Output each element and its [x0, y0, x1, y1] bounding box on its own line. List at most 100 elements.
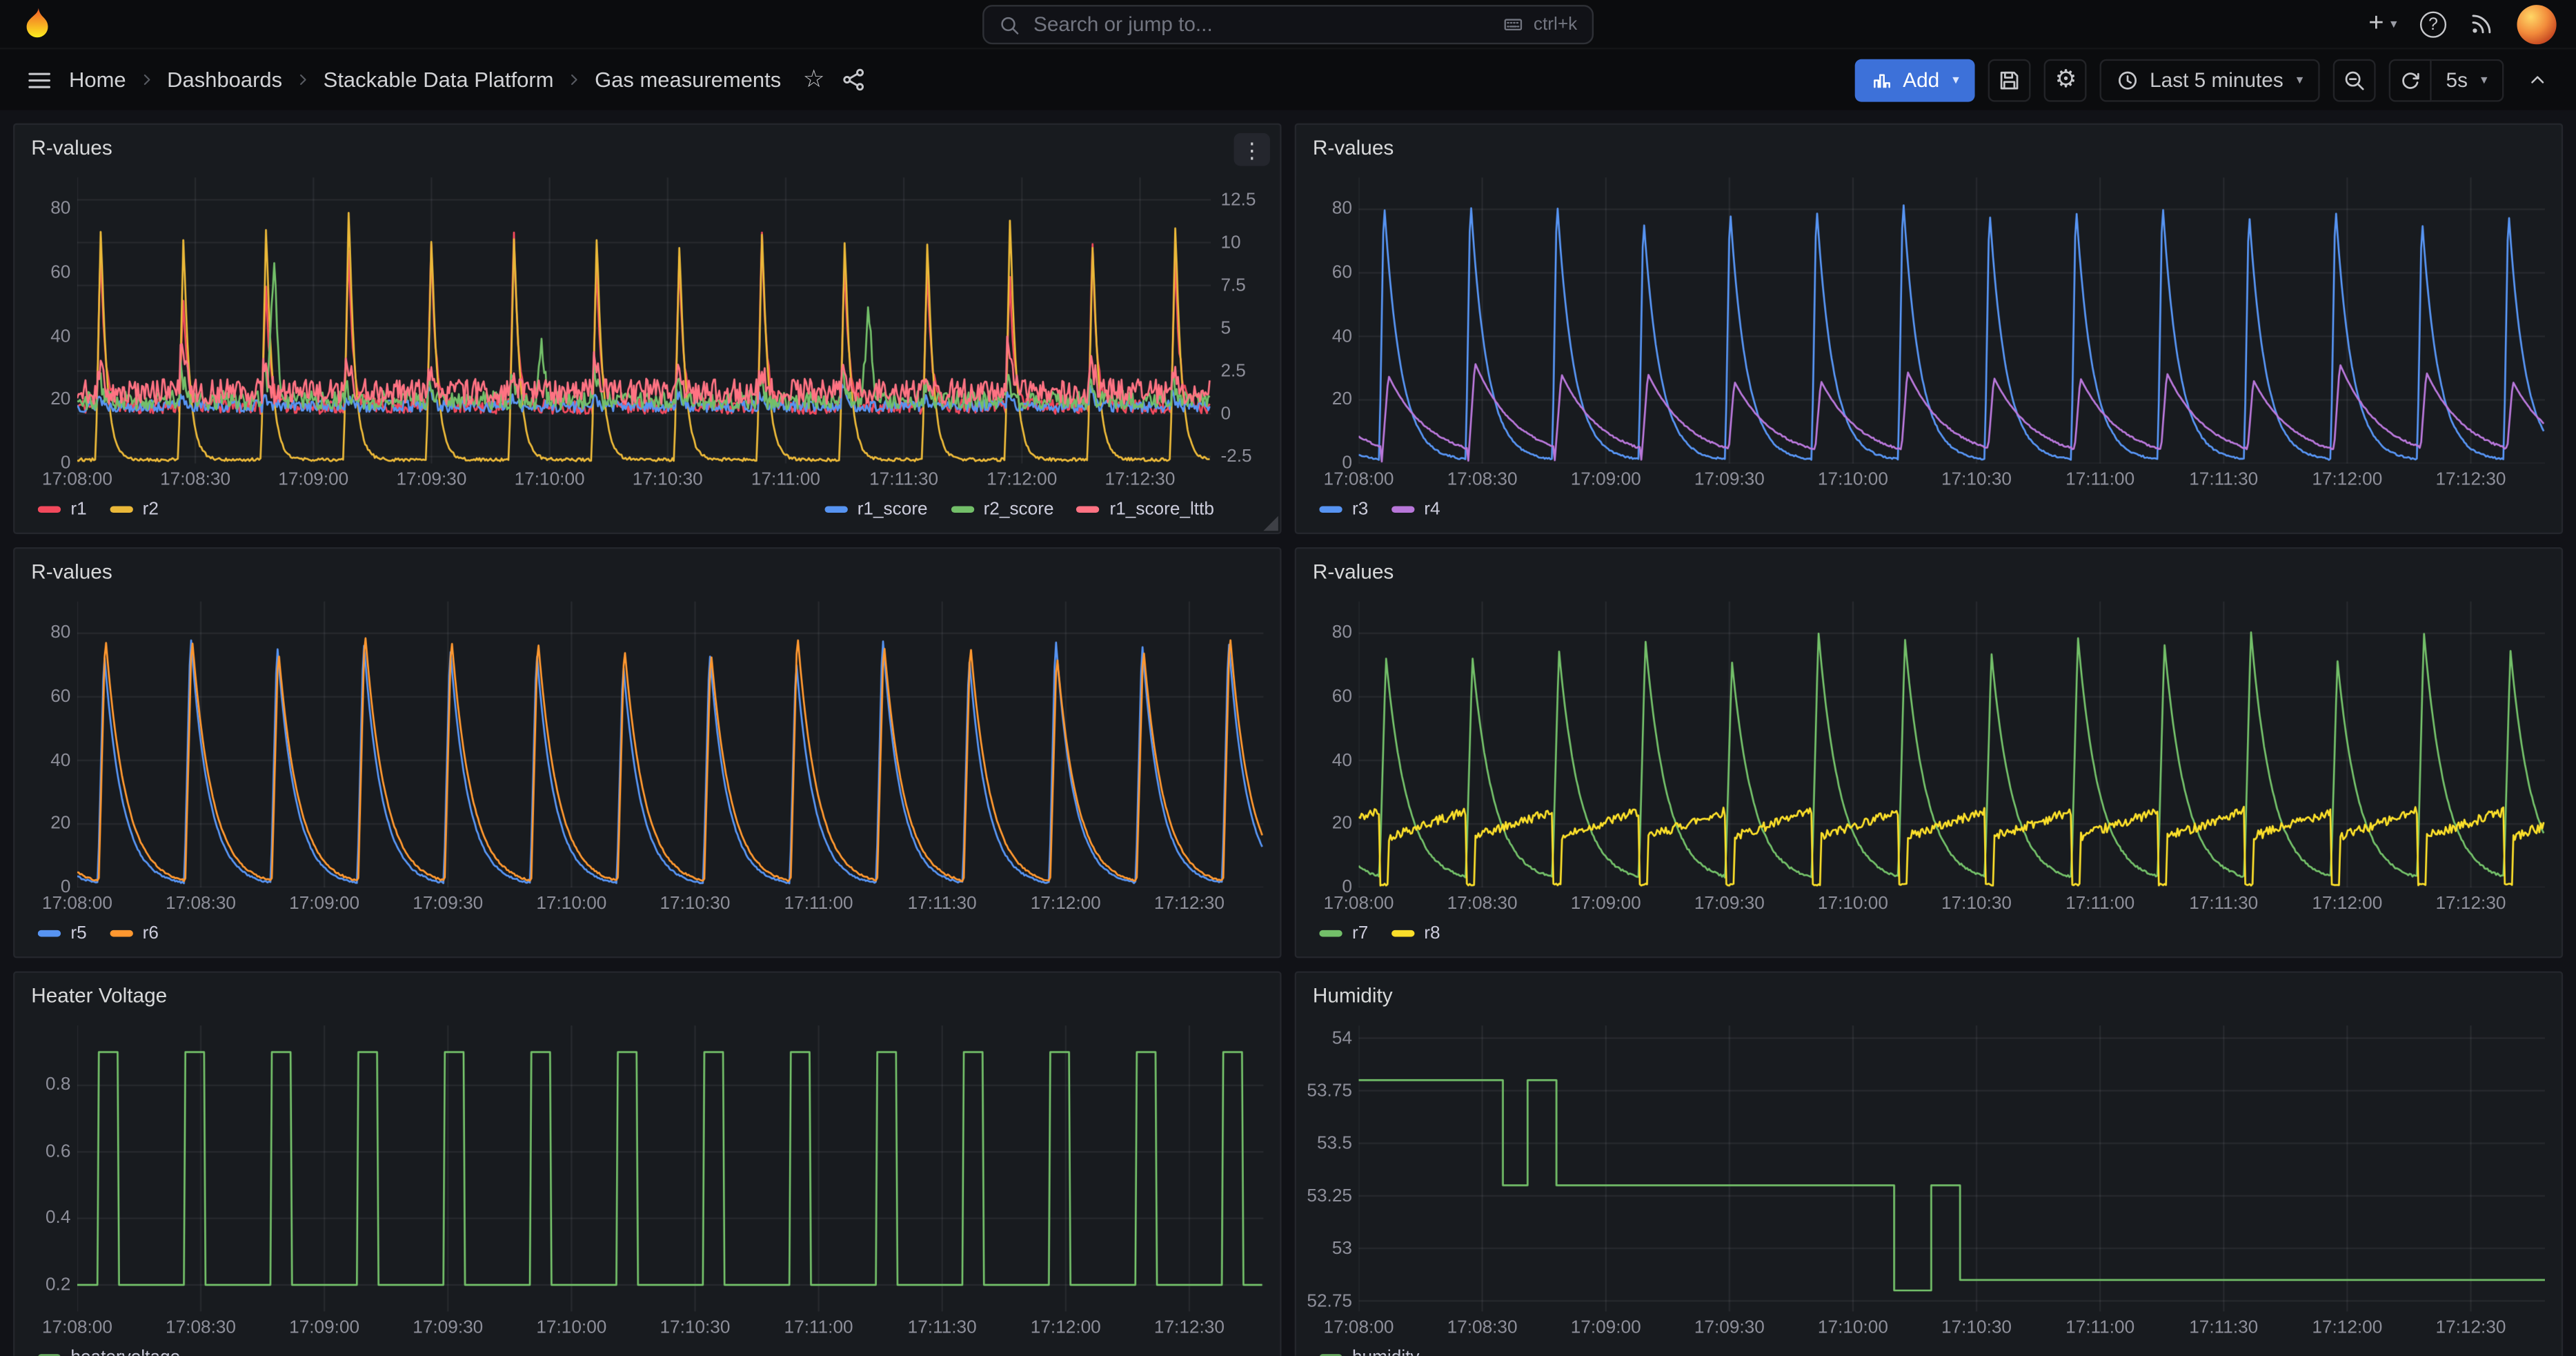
legend-item-heatervoltage[interactable]: heatervoltage	[38, 1348, 180, 1356]
panel-header[interactable]: Humidity ⋮	[1296, 973, 2562, 1019]
axis-tick-label: 80	[1332, 623, 1352, 643]
help-button[interactable]: ?	[2420, 10, 2446, 37]
add-panel-button[interactable]: Add ▾	[1855, 59, 1975, 101]
legend-label: r7	[1352, 923, 1368, 943]
panel-resize-handle[interactable]	[1263, 516, 1278, 531]
search-bar[interactable]: ctrl+k	[982, 5, 1594, 44]
axis-tick-label: 17:10:30	[660, 894, 730, 914]
breadcrumb-folder[interactable]: Stackable Data Platform	[324, 68, 554, 92]
axis-tick-label: 2.5	[1220, 361, 1245, 381]
time-range-label: Last 5 minutes	[2150, 68, 2283, 91]
legend-group-left: humidity	[1319, 1348, 1419, 1356]
legend-item-r1_score_lttb[interactable]: r1_score_lttb	[1077, 500, 1214, 520]
legend-item-r3[interactable]: r3	[1319, 500, 1368, 520]
legend-item-r7[interactable]: r7	[1319, 923, 1368, 943]
axis-tick-label: 7.5	[1220, 275, 1245, 295]
top-navigation-bar: ctrl+k + ▾ ?	[0, 0, 2576, 49]
panel-header[interactable]: R-values ⋮	[1296, 125, 2562, 171]
chevron-down-icon: ▾	[2390, 17, 2397, 31]
panel-title[interactable]: R-values	[31, 560, 112, 583]
legend-label: r6	[143, 923, 159, 943]
chart-area: 52.755353.2553.553.7554 17:08:0017:08:30…	[1296, 1019, 2562, 1345]
favorite-button[interactable]: ☆	[794, 60, 833, 99]
breadcrumb-home[interactable]: Home	[69, 68, 126, 92]
legend-item-r1[interactable]: r1	[38, 500, 87, 520]
axis-tick-label: 17:11:30	[869, 470, 938, 490]
dashboard-panel: R-values ⋮ 020406080 -2.502.557.51012.5 …	[13, 124, 1282, 534]
panel-header[interactable]: R-values ⋮	[1296, 549, 2562, 595]
legend-item-humidity[interactable]: humidity	[1319, 1348, 1419, 1356]
axis-tick-label: 10	[1220, 233, 1240, 253]
axis-tick-label: 40	[50, 326, 70, 346]
legend-item-r8[interactable]: r8	[1391, 923, 1440, 943]
y-axis-left: 52.755353.2553.553.7554	[1303, 1025, 1359, 1311]
panel-legend: r7 r8	[1296, 921, 2562, 956]
add-label: Add	[1903, 68, 1939, 91]
axis-tick-label: 17:12:30	[1154, 894, 1225, 914]
axis-tick-label: 17:10:00	[536, 894, 606, 914]
panel-header[interactable]: Heater Voltage ⋮	[14, 973, 1280, 1019]
breadcrumb-current[interactable]: Gas measurements	[595, 68, 781, 92]
plot-area[interactable]	[1359, 177, 2545, 463]
plot-area[interactable]	[77, 177, 1211, 463]
panel-title[interactable]: R-values	[1313, 137, 1394, 159]
legend-item-r4[interactable]: r4	[1391, 500, 1440, 520]
panel-menu-button[interactable]: ⋮	[1234, 133, 1270, 166]
toolbar-actions: Add ▾ ⚙ Last 5 minutes ▾	[1855, 59, 2556, 101]
axis-tick-label: 17:12:00	[1031, 1318, 1101, 1338]
axis-tick-label: 40	[1332, 751, 1352, 771]
plot-area[interactable]	[1359, 602, 2545, 887]
news-rss-icon[interactable]	[2469, 12, 2494, 37]
panel-header[interactable]: R-values ⋮	[14, 549, 1280, 595]
refresh-interval-dropdown[interactable]: 5s ▾	[2431, 59, 2504, 101]
panel-legend: heatervoltage	[14, 1344, 1280, 1356]
panel-title[interactable]: R-values	[1313, 560, 1394, 583]
legend-item-r2_score[interactable]: r2_score	[951, 500, 1054, 520]
axis-tick-label: 17:10:30	[1941, 1318, 2012, 1338]
axis-tick-label: 0	[1220, 404, 1231, 424]
legend-label: humidity	[1352, 1348, 1420, 1356]
hamburger-icon	[26, 66, 52, 92]
axis-tick-label: 17:08:00	[42, 1318, 112, 1338]
plot-area[interactable]	[1359, 1025, 2545, 1311]
axis-tick-label: 17:09:30	[1694, 1318, 1765, 1338]
plot-area[interactable]	[77, 602, 1263, 887]
mega-menu-button[interactable]	[20, 60, 59, 99]
user-avatar[interactable]	[2517, 4, 2556, 43]
axis-tick-label: 17:08:30	[1447, 470, 1518, 490]
legend-group-left: r1 r2	[38, 500, 159, 520]
dashboard-panel: Heater Voltage ⋮ 0.20.40.60.8 17:08:0017…	[13, 971, 1282, 1355]
panel-title[interactable]: Humidity	[1313, 985, 1393, 1008]
chart-area: 0.20.40.60.8 17:08:0017:08:3017:09:0017:…	[14, 1019, 1280, 1345]
axis-tick-label: 17:08:30	[160, 470, 230, 490]
panel-title[interactable]: Heater Voltage	[31, 985, 167, 1008]
zoom-out-button[interactable]	[2332, 59, 2375, 101]
legend-item-r1_score[interactable]: r1_score	[824, 500, 928, 520]
collapse-topbar-button[interactable]	[2517, 60, 2556, 99]
time-range-picker[interactable]: Last 5 minutes ▾	[2101, 59, 2319, 101]
axis-tick-label: 20	[50, 814, 70, 834]
panel-title[interactable]: R-values	[31, 137, 112, 159]
refresh-button[interactable]	[2388, 59, 2431, 101]
share-button[interactable]	[833, 60, 873, 99]
new-button[interactable]: + ▾	[2368, 10, 2397, 37]
legend-item-r6[interactable]: r6	[110, 923, 159, 943]
axis-tick-label: 17:10:30	[633, 470, 703, 490]
chart-canvas	[77, 177, 1211, 463]
breadcrumb-dashboards[interactable]: Dashboards	[167, 68, 282, 92]
x-axis: 17:08:0017:08:3017:09:0017:09:3017:10:00…	[1359, 464, 2545, 497]
panel-header[interactable]: R-values ⋮	[14, 125, 1280, 171]
legend-item-r5[interactable]: r5	[38, 923, 87, 943]
chevron-up-icon	[2526, 69, 2548, 90]
grafana-logo[interactable]	[20, 6, 56, 41]
axis-tick-label: 17:12:00	[987, 470, 1057, 490]
chart-area: 020406080 -2.502.557.51012.5 17:08:0017:…	[14, 171, 1280, 497]
dashboard-settings-button[interactable]: ⚙	[2045, 59, 2088, 101]
x-axis: 17:08:0017:08:3017:09:0017:09:3017:10:00…	[77, 887, 1263, 921]
breadcrumb: Home Dashboards Stackable Data Platform …	[69, 68, 781, 92]
search-input[interactable]	[1033, 13, 1489, 36]
save-dashboard-button[interactable]	[1989, 59, 2032, 101]
chevron-right-icon	[565, 70, 583, 88]
legend-item-r2[interactable]: r2	[110, 500, 159, 520]
plot-area[interactable]	[77, 1025, 1263, 1311]
